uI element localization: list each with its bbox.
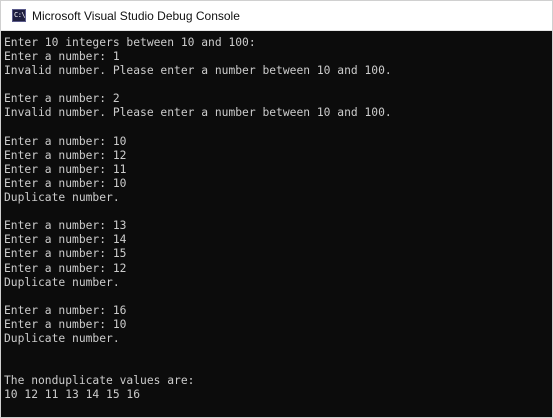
console-line: 10 12 11 13 14 15 16 xyxy=(4,388,141,402)
console-line: Enter a number: 12 xyxy=(4,261,127,275)
console-line: Duplicate number. xyxy=(4,191,120,205)
console-line: Enter a number: 10 xyxy=(4,317,127,331)
console-line: Enter a number: 2 xyxy=(4,92,120,106)
console-line: Duplicate number. xyxy=(4,331,120,345)
title-bar[interactable]: C:\ Microsoft Visual Studio Debug Consol… xyxy=(1,1,552,31)
console-line: Enter a number: 15 xyxy=(4,247,127,261)
console-line: Enter a number: 1 xyxy=(4,50,120,64)
console-line: Invalid number. Please enter a number be… xyxy=(4,64,392,78)
console-app-icon: C:\ xyxy=(12,9,26,22)
console-line: Invalid number. Please enter a number be… xyxy=(4,106,392,120)
console-line: Enter a number: 11 xyxy=(4,162,127,176)
console-line: Enter a number: 12 xyxy=(4,148,127,162)
console-line: Enter a number: 13 xyxy=(4,219,127,233)
console-line: Duplicate number. xyxy=(4,275,120,289)
console-line: The nonduplicate values are: xyxy=(4,374,195,388)
console-line: Enter a number: 10 xyxy=(4,134,127,148)
window-title: Microsoft Visual Studio Debug Console xyxy=(32,8,240,23)
console-icon-glyph: C:\ xyxy=(14,11,26,19)
console-line: Enter a number: 14 xyxy=(4,233,127,247)
debug-console-window: C:\ Microsoft Visual Studio Debug Consol… xyxy=(0,0,553,418)
console-line: Enter a number: 10 xyxy=(4,176,127,190)
console-line: Enter a number: 16 xyxy=(4,303,127,317)
console-output[interactable]: Enter 10 integers between 10 and 100: Ent… xyxy=(1,31,552,417)
console-line: Enter 10 integers between 10 and 100: xyxy=(4,36,256,49)
